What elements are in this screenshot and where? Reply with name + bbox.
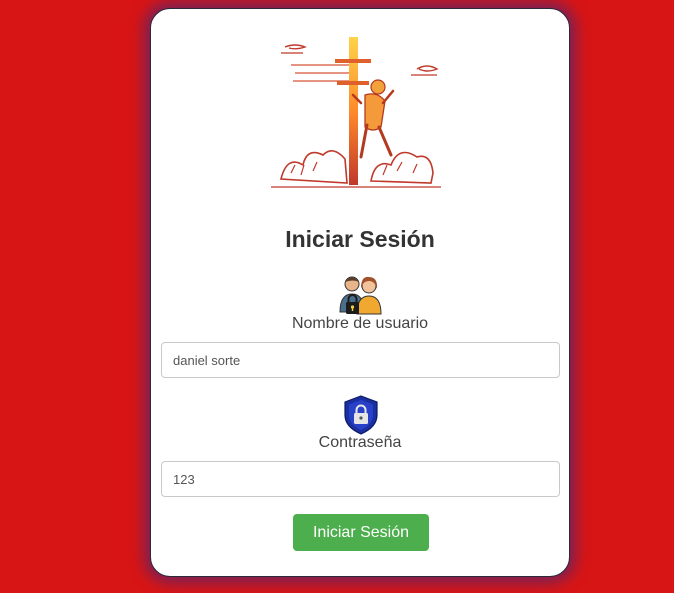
login-button[interactable]: Iniciar Sesión — [293, 514, 429, 551]
login-card: Iniciar Sesión Nombre de usuario Contras… — [150, 8, 570, 577]
page-title: Iniciar Sesión — [285, 226, 435, 252]
username-field[interactable] — [161, 342, 560, 378]
lineman-illustration — [271, 37, 441, 188]
password-label: Contraseña — [318, 434, 402, 451]
users-lock-icon — [339, 276, 382, 315]
shield-lock-icon — [344, 395, 378, 435]
username-label: Nombre de usuario — [291, 315, 429, 332]
password-field[interactable] — [161, 461, 560, 497]
